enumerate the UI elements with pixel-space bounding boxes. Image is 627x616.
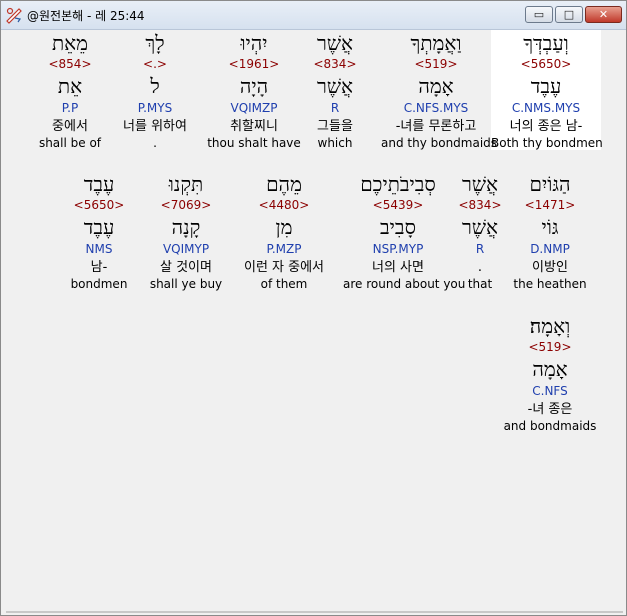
- hebrew-lemma: סָבִיב: [380, 215, 416, 239]
- word-cell[interactable]: עֶבֶד <5650> עֶבֶד NMS 남-bondmen: [44, 171, 154, 291]
- word-cell[interactable]: וְאָמָה׃ <519> אָמָה C.NFS -녀 종은 and bondmaid…: [495, 313, 605, 433]
- morphology-code: VQIMZP: [230, 101, 278, 115]
- strong-number[interactable]: <519>: [381, 57, 491, 73]
- english-gloss: and bondmaids: [503, 419, 597, 433]
- maximize-icon: □: [563, 8, 575, 21]
- strong-number[interactable]: <1961>: [199, 57, 309, 73]
- hebrew-lemma: אֵת: [57, 74, 83, 98]
- hebrew-word: עֶבֶד: [83, 172, 115, 196]
- hebrew-lemma: עֶבֶד: [530, 74, 562, 98]
- strong-number[interactable]: <5439>: [343, 198, 453, 214]
- korean-gloss: 너의 종은 남-: [509, 119, 583, 134]
- minimize-button[interactable]: ▭: [525, 6, 553, 23]
- interlinear-window: @원전본해 - 레 25:44 ▭ □ ✕ וְעַבְדְּךָ <5650> ע…: [0, 0, 627, 616]
- maximize-button[interactable]: □: [555, 6, 583, 23]
- hebrew-word: מֵהֶם: [266, 172, 302, 196]
- strong-number[interactable]: <854>: [15, 57, 125, 73]
- morphology-code: NMS: [85, 242, 113, 256]
- hebrew-word: סְבִיבֹתֵיכֶם: [360, 172, 436, 196]
- word-cell[interactable]: וְעַבְדְּךָ <5650> עֶבֶד C.NMS.MYS 너의 종은 남- B…: [491, 30, 603, 150]
- english-gloss: thou shalt have: [207, 136, 301, 150]
- close-button[interactable]: ✕: [585, 6, 622, 23]
- hebrew-word: וְעַבְדְּךָ: [523, 31, 569, 55]
- title-bar[interactable]: @원전본해 - 레 25:44 ▭ □ ✕: [1, 1, 626, 30]
- hebrew-lemma: הָיָה: [239, 74, 269, 98]
- word-cell[interactable]: מֵאֵת <854> אֵת P.P 중에서 shall be of: [15, 30, 125, 150]
- korean-gloss: 남-: [90, 260, 108, 275]
- english-gloss: bondmen: [70, 277, 128, 291]
- interlinear-content: וְעַבְדְּךָ <5650> עֶבֶד C.NMS.MYS 너의 종은 남- B…: [6, 30, 623, 612]
- english-gloss: are round about you: [343, 277, 466, 291]
- morphology-code: C.NFS: [532, 384, 568, 398]
- english-gloss: shall be of: [38, 136, 102, 150]
- korean-gloss: 중에서: [52, 119, 88, 134]
- korean-gloss: 취할찌니: [230, 119, 278, 134]
- korean-gloss: -녀 종은: [527, 402, 573, 417]
- morphology-code: C.NFS.MYS: [403, 101, 469, 115]
- word-cell[interactable]: וַאֲמָתְךָ <519> אָמָה C.NFS.MYS -녀를 무론하고 and…: [381, 30, 498, 150]
- morphology-code: NSP.MYP: [372, 242, 424, 256]
- english-gloss: and thy bondmaids: [381, 136, 498, 150]
- hebrew-word: וַאֲמָתְךָ: [410, 31, 462, 55]
- korean-gloss: 너의 사면: [372, 260, 424, 275]
- bottom-edge: [6, 611, 623, 613]
- strong-number[interactable]: <5650>: [491, 57, 601, 73]
- hebrew-lemma: עֶבֶד: [83, 215, 115, 239]
- strong-number[interactable]: <5650>: [44, 198, 154, 214]
- strong-number[interactable]: <519>: [495, 340, 605, 356]
- korean-gloss: 이런 자 중에서: [243, 260, 325, 275]
- word-cell[interactable]: סְבִיבֹתֵיכֶם <5439> סָבִיב NSP.MYP 너의 사면 are…: [343, 171, 466, 291]
- english-gloss: of them: [260, 277, 308, 291]
- morphology-code: C.NMS.MYS: [511, 101, 581, 115]
- hebrew-lemma: אָמָה: [532, 357, 568, 381]
- hebrew-lemma: מִן: [275, 215, 293, 239]
- korean-gloss: -녀를 무론하고: [395, 119, 477, 134]
- hebrew-lemma: אָמָה: [418, 74, 454, 98]
- close-icon: ✕: [598, 8, 609, 21]
- hebrew-word: מֵאֵת: [51, 31, 89, 55]
- app-icon: [6, 7, 22, 24]
- strong-number[interactable]: <4480>: [229, 198, 339, 214]
- english-gloss: Both thy bondmen: [491, 136, 603, 150]
- morphology-code: P.P: [61, 101, 79, 115]
- hebrew-word: וְאָמָה׃: [529, 314, 571, 338]
- word-cell[interactable]: יִהְיוּ <1961> הָיָה VQIMZP 취할찌니 thou shalt h…: [199, 30, 309, 150]
- hebrew-word: יִהְיוּ: [240, 31, 268, 55]
- morphology-code: P.MZP: [266, 242, 302, 256]
- window-title: @원전본해 - 레 25:44: [27, 9, 145, 23]
- minimize-icon: ▭: [533, 8, 545, 21]
- word-cell[interactable]: מֵהֶם <4480> מִן P.MZP 이런 자 중에서 of them: [229, 171, 339, 291]
